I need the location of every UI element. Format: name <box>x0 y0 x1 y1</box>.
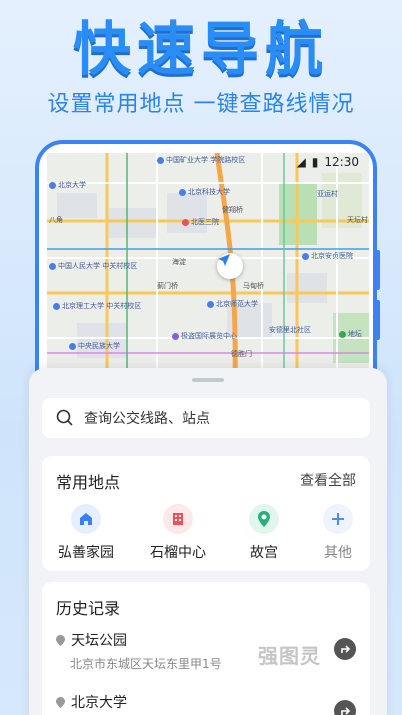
road-label: 八角 <box>49 216 63 224</box>
watermark: 强图灵 <box>258 644 321 668</box>
signal-icon: ◢ <box>296 155 306 169</box>
history-item-name: 北京大学 <box>71 695 127 711</box>
road-label: 海淀 <box>172 258 186 266</box>
map-poi[interactable]: 北京师范大学 <box>207 299 258 309</box>
favorite-building[interactable]: 石榴中心 <box>138 504 218 562</box>
home-icon <box>71 504 101 534</box>
navigation-arrow-icon <box>218 254 230 266</box>
location-pin-icon <box>249 504 279 534</box>
map-poi[interactable]: 北医三院 <box>182 217 219 227</box>
map-poi[interactable]: 极盗国际展览中心 <box>172 331 237 341</box>
road-label: 马甸桥 <box>243 282 264 290</box>
favorites-title: 常用地点 <box>56 473 121 492</box>
search-bar[interactable]: 查询公交线路、站点 <box>42 398 370 438</box>
map-poi[interactable]: 中国矿业大学 学院路校区 <box>157 155 245 165</box>
history-title: 历史记录 <box>56 599 121 618</box>
see-all-link[interactable]: 查看全部 <box>300 470 356 490</box>
map-poi[interactable]: 北京科技大学 <box>179 187 230 197</box>
road-label: 德胜门 <box>231 350 252 358</box>
map-poi[interactable]: 北京理工大学 中关村校区 <box>53 301 141 311</box>
location-pin-icon <box>56 634 65 646</box>
map-poi[interactable]: 地坛 <box>339 329 362 339</box>
favorite-other[interactable]: 其他 <box>298 504 378 562</box>
map-poi[interactable]: 中国人民大学 中关村校区 <box>49 261 137 271</box>
map-view[interactable]: ◢ ▮ 12:30 中国矿业大学 学院路校区 北京大学 北京科技大学 北医三院 … <box>47 153 369 383</box>
hero-subtitle: 设置常用地点 一键查路线情况 <box>47 92 355 117</box>
hero-title: 快速导航 <box>72 15 329 83</box>
history-item[interactable]: 北京大学 <box>56 692 356 715</box>
map-poi[interactable]: 中央民族大学 <box>69 341 120 351</box>
my-location-button[interactable] <box>217 253 243 279</box>
search-placeholder: 查询公交线路、站点 <box>84 411 210 427</box>
favorite-home[interactable]: 弘善家园 <box>46 504 126 562</box>
map-poi[interactable]: 北京大学 <box>49 180 86 190</box>
location-pin-icon <box>56 696 65 708</box>
status-bar: ◢ ▮ 12:30 <box>297 155 359 169</box>
drag-handle[interactable] <box>192 378 224 382</box>
battery-icon: ▮ <box>311 155 319 169</box>
route-icon[interactable] <box>334 700 356 715</box>
bottom-sheet: 查询公交线路、站点 常用地点 查看全部 弘善家园 石榴中心 故宫 其他 历史记录… <box>29 368 387 715</box>
favorites-card: 常用地点 查看全部 弘善家园 石榴中心 故宫 其他 <box>42 456 370 571</box>
road-label: 蓟门桥 <box>157 282 178 290</box>
route-icon[interactable] <box>334 638 356 660</box>
map-poi[interactable]: 北京安贞医院 <box>302 251 353 261</box>
history-item-name: 天坛公园 <box>71 633 127 649</box>
search-icon <box>56 409 73 426</box>
status-time: 12:30 <box>324 155 359 169</box>
map-poi[interactable]: 亚运村 <box>317 189 338 199</box>
favorite-palace[interactable]: 故宫 <box>224 504 304 562</box>
road-label: 健翔桥 <box>222 206 243 214</box>
plus-icon <box>323 504 353 534</box>
map-poi[interactable]: 安德里北社区 <box>269 325 311 335</box>
road-label: 天坛村 <box>347 216 368 224</box>
building-icon <box>163 504 193 534</box>
